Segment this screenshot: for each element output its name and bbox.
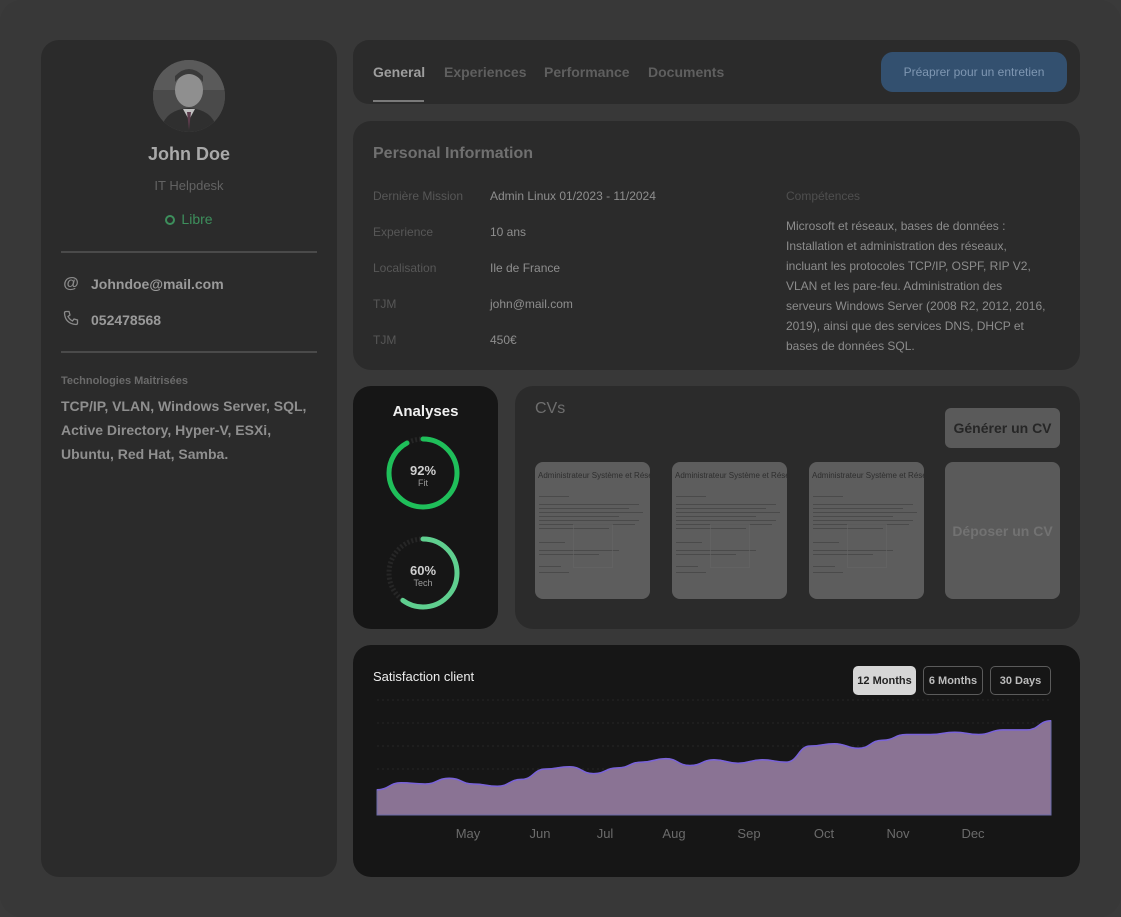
tab-performance[interactable]: Performance: [544, 64, 630, 80]
upload-cv-dropzone[interactable]: Déposer un CV: [945, 462, 1060, 599]
phone-icon: [61, 310, 81, 331]
tab-general[interactable]: General: [373, 64, 425, 80]
at-icon: @: [63, 275, 79, 292]
analyses-card: Analyses 92% Fit 60% Tech: [353, 386, 498, 629]
info-value: Ile de France: [490, 261, 561, 275]
fit-label: Fit: [418, 478, 428, 488]
cv-thumbnail-title: Administrateur Système et Réseau: [538, 471, 650, 480]
tech-percent: 60%: [409, 563, 437, 578]
phone-text: 052478568: [91, 312, 162, 328]
info-label: TJM: [373, 297, 397, 311]
email-text: Johndoe@mail.com: [91, 276, 224, 292]
info-value: 10 ans: [490, 225, 527, 239]
satisfaction-card: Satisfaction client 12 Months 6 Months 3…: [353, 645, 1080, 877]
info-label: Dernière Mission: [373, 189, 464, 203]
profile-card: John Doe IT Helpdesk Libre @ Johndoe@mai…: [41, 40, 337, 877]
app-frame: John Doe IT Helpdesk Libre @ Johndoe@mai…: [0, 0, 1121, 917]
x-axis-label: Nov: [886, 826, 910, 841]
generate-cv-button[interactable]: Générer un CV: [945, 408, 1060, 448]
active-tab-indicator: [373, 100, 424, 102]
x-axis-label: Dec: [961, 826, 985, 841]
email-row[interactable]: @ Johndoe@mail.com: [61, 274, 224, 294]
competences-text: Microsoft et réseaux, bases de données :…: [786, 219, 1046, 353]
watermark: [710, 524, 750, 568]
x-axis-label: Jun: [529, 826, 551, 841]
cv-thumbnail[interactable]: Administrateur Système et Réseau: [809, 462, 924, 599]
tab-documents[interactable]: Documents: [648, 64, 724, 80]
tech-ring: 60% Tech: [385, 535, 461, 611]
cvs-card: CVs Générer un CV Administrateur Système…: [515, 386, 1080, 629]
tech-list: TCP/IP, VLAN, Windows Server, SQL, Activ…: [61, 398, 307, 462]
personal-info-title: Personal Information: [373, 145, 534, 162]
status-dot-icon: [165, 215, 176, 225]
satisfaction-chart: [376, 699, 1052, 816]
personal-info-card: Personal Information Dernière Mission Ad…: [353, 121, 1080, 370]
fit-ring: 92% Fit: [385, 435, 461, 511]
profile-role: IT Helpdesk: [154, 178, 224, 193]
info-value: Admin Linux 01/2023 - 11/2024: [490, 189, 656, 203]
info-value: john@mail.com: [490, 297, 573, 311]
cv-thumbnail[interactable]: Administrateur Système et Réseau: [672, 462, 787, 599]
fit-percent: 92%: [409, 463, 437, 478]
competences-title: Compétences: [786, 189, 861, 203]
cv-thumbnail[interactable]: Administrateur Système et Réseau: [535, 462, 650, 599]
info-value: 450€: [490, 333, 517, 347]
status-label: Libre: [181, 211, 213, 227]
analyses-title: Analyses: [392, 403, 459, 420]
x-axis-label: Oct: [813, 826, 835, 841]
x-axis-label: Jul: [596, 826, 614, 841]
chart-area: [376, 720, 1052, 816]
cvs-title: CVs: [535, 400, 566, 417]
tech-title: Technologies Maitrisées: [61, 375, 188, 387]
prepare-interview-button[interactable]: Préaprer pour un entretien: [881, 52, 1067, 92]
info-label: TJM: [373, 333, 397, 347]
avatar: [153, 60, 225, 132]
tab-experiences[interactable]: Experiences: [444, 64, 527, 80]
phone-row[interactable]: 052478568: [61, 310, 161, 330]
cv-thumbnail-title: Administrateur Système et Réseau: [812, 471, 924, 480]
tabs-bar: General Experiences Performance Document…: [353, 40, 1080, 104]
x-axis-label: May: [455, 826, 481, 841]
divider: [61, 351, 317, 353]
watermark: [573, 524, 613, 568]
x-axis-label: Sep: [737, 826, 761, 841]
status-badge: Libre: [41, 211, 337, 227]
info-label: Localisation: [373, 261, 437, 275]
watermark: [847, 524, 887, 568]
x-axis-label: Aug: [662, 826, 686, 841]
info-label: Experience: [373, 225, 434, 239]
divider: [61, 251, 317, 253]
cv-thumbnail-title: Administrateur Système et Réseau: [675, 471, 787, 480]
tech-label: Tech: [413, 578, 433, 588]
profile-name: John Doe: [147, 144, 230, 164]
